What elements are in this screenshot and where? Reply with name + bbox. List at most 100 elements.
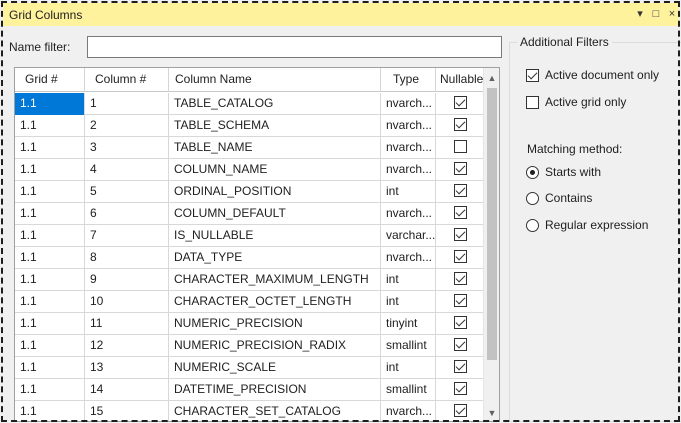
table-row[interactable]: 1.1 6 COLUMN_DEFAULT nvarch...	[15, 203, 485, 225]
table-row[interactable]: 1.1 11 NUMERIC_PRECISION tinyint	[15, 313, 485, 335]
column-name-cell[interactable]: COLUMN_NAME	[169, 159, 381, 181]
column-name-cell[interactable]: TABLE_NAME	[169, 137, 381, 159]
column-number-cell[interactable]: 4	[85, 159, 169, 181]
active-document-only-checkbox[interactable]: Active document only	[526, 68, 659, 82]
scroll-down-arrow-icon[interactable]: ▼	[484, 405, 499, 421]
type-cell[interactable]: int	[381, 291, 436, 313]
grid-number-cell[interactable]: 1.1	[15, 247, 85, 269]
column-name-cell[interactable]: NUMERIC_PRECISION_RADIX	[169, 335, 381, 357]
type-cell[interactable]: nvarch...	[381, 137, 436, 159]
checked-checkbox-icon[interactable]	[453, 404, 467, 418]
checked-checkbox-icon[interactable]	[453, 382, 467, 396]
maximize-icon[interactable]: □	[651, 7, 661, 21]
radio-contains[interactable]: Contains	[526, 191, 592, 205]
table-row[interactable]: 1.1 7 IS_NULLABLE varchar...	[15, 225, 485, 247]
grid-number-cell[interactable]: 1.1	[15, 357, 85, 379]
column-number-cell[interactable]: 10	[85, 291, 169, 313]
type-cell[interactable]: tinyint	[381, 313, 436, 335]
radio-icon[interactable]	[526, 165, 539, 179]
grid-number-cell[interactable]: 1.1	[15, 115, 85, 137]
grid-number-cell[interactable]: 1.1	[15, 159, 85, 181]
column-name-cell[interactable]: COLUMN_DEFAULT	[169, 203, 381, 225]
column-number-cell[interactable]: 3	[85, 137, 169, 159]
nullable-cell[interactable]	[436, 203, 485, 225]
column-name-cell[interactable]: CHARACTER_SET_CATALOG	[169, 401, 381, 421]
nullable-cell[interactable]	[436, 401, 485, 421]
radio-icon[interactable]	[526, 191, 539, 205]
nullable-cell[interactable]	[436, 379, 485, 401]
type-cell[interactable]: int	[381, 269, 436, 291]
name-filter-input[interactable]	[87, 36, 502, 58]
dropdown-menu-icon[interactable]: ▾	[635, 7, 645, 21]
type-cell[interactable]: nvarch...	[381, 401, 436, 421]
checked-checkbox-icon[interactable]	[453, 206, 467, 220]
table-row[interactable]: 1.1 12 NUMERIC_PRECISION_RADIX smallint	[15, 335, 485, 357]
nullable-cell[interactable]	[436, 159, 485, 181]
nullable-cell[interactable]	[436, 181, 485, 203]
nullable-cell[interactable]	[436, 225, 485, 247]
type-cell[interactable]: nvarch...	[381, 93, 436, 115]
grid-number-cell[interactable]: 1.1	[15, 379, 85, 401]
table-row[interactable]: 1.1 14 DATETIME_PRECISION smallint	[15, 379, 485, 401]
scroll-up-arrow-icon[interactable]: ▲	[484, 70, 499, 86]
vertical-scrollbar[interactable]: ▲ ▼	[483, 68, 499, 421]
checked-checkbox-icon[interactable]	[453, 250, 467, 264]
type-cell[interactable]: int	[381, 357, 436, 379]
column-number-cell[interactable]: 13	[85, 357, 169, 379]
checked-checkbox-icon[interactable]	[453, 360, 467, 374]
column-name-cell[interactable]: IS_NULLABLE	[169, 225, 381, 247]
checked-checkbox-icon[interactable]	[453, 228, 467, 242]
column-number-cell[interactable]: 15	[85, 401, 169, 421]
column-number-cell[interactable]: 7	[85, 225, 169, 247]
grid-number-cell[interactable]: 1.1	[15, 225, 85, 247]
column-name-cell[interactable]: NUMERIC_SCALE	[169, 357, 381, 379]
close-icon[interactable]: ×	[667, 7, 677, 21]
column-name-cell[interactable]: NUMERIC_PRECISION	[169, 313, 381, 335]
checked-checkbox-icon[interactable]	[453, 272, 467, 286]
column-name-cell[interactable]: DATA_TYPE	[169, 247, 381, 269]
type-cell[interactable]: varchar...	[381, 225, 436, 247]
checked-checkbox-icon[interactable]	[453, 338, 467, 352]
table-row[interactable]: 1.1 4 COLUMN_NAME nvarch...	[15, 159, 485, 181]
type-cell[interactable]: nvarch...	[381, 247, 436, 269]
nullable-cell[interactable]	[436, 291, 485, 313]
checkbox-icon[interactable]	[526, 68, 539, 82]
column-number-cell[interactable]: 9	[85, 269, 169, 291]
header-column-name[interactable]: Column Name	[169, 68, 381, 92]
column-number-cell[interactable]: 1	[85, 93, 169, 115]
type-cell[interactable]: int	[381, 181, 436, 203]
column-number-cell[interactable]: 8	[85, 247, 169, 269]
radio-icon[interactable]	[526, 218, 539, 232]
active-grid-only-checkbox[interactable]: Active grid only	[526, 95, 626, 109]
column-number-cell[interactable]: 2	[85, 115, 169, 137]
table-row[interactable]: 1.1 1 TABLE_CATALOG nvarch...	[15, 93, 485, 115]
checked-checkbox-icon[interactable]	[453, 316, 467, 330]
type-cell[interactable]: smallint	[381, 379, 436, 401]
column-number-cell[interactable]: 12	[85, 335, 169, 357]
column-number-cell[interactable]: 6	[85, 203, 169, 225]
table-row[interactable]: 1.1 5 ORDINAL_POSITION int	[15, 181, 485, 203]
column-name-cell[interactable]: DATETIME_PRECISION	[169, 379, 381, 401]
grid-number-cell[interactable]: 1.1	[15, 335, 85, 357]
grid-number-cell[interactable]: 1.1	[15, 203, 85, 225]
column-name-cell[interactable]: CHARACTER_OCTET_LENGTH	[169, 291, 381, 313]
header-column-number[interactable]: Column #	[85, 68, 169, 92]
nullable-cell[interactable]	[436, 269, 485, 291]
grid-number-cell[interactable]: 1.1	[15, 401, 85, 421]
columns-grid[interactable]: Grid # Column # Column Name Type Nullabl…	[14, 67, 500, 422]
unchecked-checkbox-icon[interactable]	[453, 140, 467, 154]
checked-checkbox-icon[interactable]	[453, 184, 467, 198]
column-number-cell[interactable]: 5	[85, 181, 169, 203]
table-row[interactable]: 1.1 2 TABLE_SCHEMA nvarch...	[15, 115, 485, 137]
checked-checkbox-icon[interactable]	[453, 96, 467, 110]
type-cell[interactable]: nvarch...	[381, 203, 436, 225]
table-row[interactable]: 1.1 15 CHARACTER_SET_CATALOG nvarch...	[15, 401, 485, 421]
table-row[interactable]: 1.1 8 DATA_TYPE nvarch...	[15, 247, 485, 269]
nullable-cell[interactable]	[436, 313, 485, 335]
column-name-cell[interactable]: TABLE_SCHEMA	[169, 115, 381, 137]
column-name-cell[interactable]: ORDINAL_POSITION	[169, 181, 381, 203]
radio-regular-expression[interactable]: Regular expression	[526, 218, 648, 232]
table-row[interactable]: 1.1 10 CHARACTER_OCTET_LENGTH int	[15, 291, 485, 313]
nullable-cell[interactable]	[436, 247, 485, 269]
header-type[interactable]: Type	[381, 68, 436, 92]
